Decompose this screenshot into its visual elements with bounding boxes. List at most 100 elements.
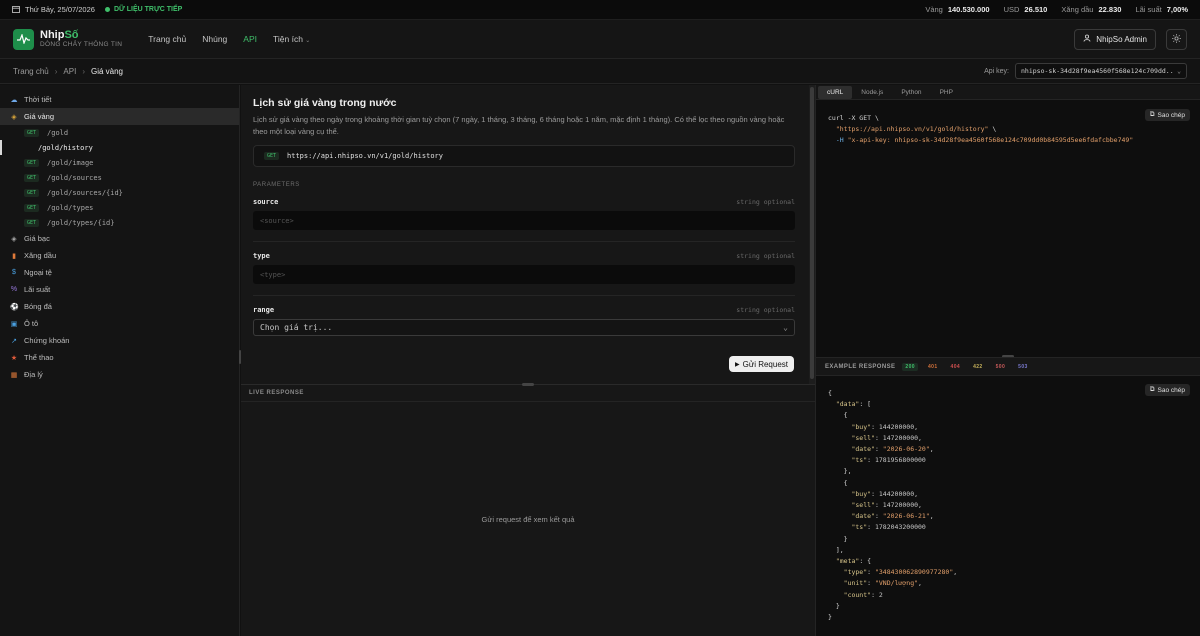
endpoint-gold-types-id[interactable]: GET/gold/types/{id} bbox=[0, 215, 239, 230]
chevron-down-icon: ⌄ bbox=[305, 38, 311, 44]
sidebar-item-fuel[interactable]: ▮ Xăng dầu bbox=[0, 247, 239, 264]
divider bbox=[253, 295, 795, 297]
sidebar-item-silver[interactable]: ◈ Giá bạc bbox=[0, 230, 239, 247]
param-name: range bbox=[253, 306, 275, 315]
ticker-stats: Vàng 140.530.000 USD 26.510 Xăng dầu 22.830… bbox=[925, 5, 1188, 14]
live-response-title: LIVE RESPONSE bbox=[241, 385, 815, 402]
main-nav: Trang chủ Nhúng API Tiện ích ⌄ bbox=[148, 34, 310, 44]
stat-gold: Vàng 140.530.000 bbox=[925, 5, 990, 14]
example-response-header: EXAMPLE RESPONSE 200 401 404 422 500 503 bbox=[816, 357, 1200, 376]
endpoint-gold-sources[interactable]: GET/gold/sources bbox=[0, 170, 239, 185]
endpoint-gold-image[interactable]: GET/gold/image bbox=[0, 155, 239, 170]
sidebar: ☁ Thời tiết ◈ Giá vàng GET/gold /gold/hist… bbox=[0, 85, 240, 636]
user-icon bbox=[1083, 34, 1091, 44]
ball-icon: ⚽ bbox=[10, 303, 19, 311]
endpoint-title: Lịch sử giá vàng trong nước bbox=[253, 97, 397, 109]
nav-embed[interactable]: Nhúng bbox=[202, 34, 227, 44]
param-type: string optional bbox=[736, 252, 795, 261]
tab-nodejs[interactable]: Node.js bbox=[852, 86, 892, 99]
endpoint-gold-history[interactable]: /gold/history bbox=[0, 140, 239, 155]
sun-icon bbox=[1172, 33, 1181, 45]
chevron-down-icon: ⌄ bbox=[1177, 67, 1181, 75]
param-name: source bbox=[253, 198, 279, 207]
copy-response-button[interactable]: ⧉ Sao chép bbox=[1144, 384, 1190, 396]
copy-icon: ⧉ bbox=[1149, 386, 1155, 393]
sidebar-item-interest[interactable]: % Lãi suất bbox=[0, 281, 239, 298]
sidebar-item-sports[interactable]: ★ Thể thao bbox=[0, 349, 239, 366]
stat-interest: Lãi suất 7,00% bbox=[1135, 5, 1188, 14]
code-tabs: cURL Node.js Python PHP bbox=[816, 85, 1200, 100]
status-503-tab[interactable]: 503 bbox=[1015, 363, 1031, 371]
nav-home[interactable]: Trang chủ bbox=[148, 34, 186, 44]
status-401-tab[interactable]: 401 bbox=[925, 363, 941, 371]
endpoint-url: https://api.nhipso.vn/v1/gold/history bbox=[287, 152, 443, 161]
breadcrumb-current: Giá vàng bbox=[90, 66, 124, 76]
brand[interactable]: NhipSố DÒNG CHẢY THÔNG TIN bbox=[40, 29, 122, 48]
chart-icon: ↗ bbox=[11, 337, 17, 345]
sidebar-item-stocks[interactable]: ↗ Chứng khoán bbox=[0, 332, 239, 349]
endpoint-panel: Lịch sử giá vàng trong nước Lịch sử giá … bbox=[241, 85, 815, 636]
chevron-down-icon: ⌄ bbox=[783, 323, 788, 333]
endpoint-doc: Lịch sử giá vàng trong nước Lịch sử giá … bbox=[241, 85, 815, 384]
brand-tagline: DÒNG CHẢY THÔNG TIN bbox=[40, 41, 123, 49]
sidebar-item-weather[interactable]: ☁ Thời tiết bbox=[0, 91, 239, 108]
map-icon: ▦ bbox=[10, 371, 18, 379]
stat-usd: USD 26.510 bbox=[1003, 5, 1048, 14]
status-200-tab[interactable]: 200 bbox=[902, 362, 918, 371]
range-select[interactable]: Chọn giá trị... ⌄ bbox=[253, 319, 795, 337]
breadcrumb-api[interactable]: API bbox=[63, 67, 76, 76]
copy-curl-button[interactable]: ⧉ Sao chép bbox=[1144, 109, 1190, 121]
nav-api[interactable]: API bbox=[243, 34, 257, 44]
code-panel: cURL Node.js Python PHP ⧉ Sao chép curl … bbox=[815, 85, 1200, 636]
divider bbox=[253, 241, 795, 243]
gold-icon: ◈ bbox=[11, 113, 17, 121]
sidebar-item-geography[interactable]: ▦ Địa lý bbox=[0, 366, 239, 383]
breadcrumb-home[interactable]: Trang chủ bbox=[13, 67, 49, 76]
tab-python[interactable]: Python bbox=[892, 86, 930, 99]
endpoint-gold-sources-id[interactable]: GET/gold/sources/{id} bbox=[0, 185, 239, 200]
nav-utilities[interactable]: Tiện ích ⌄ bbox=[273, 34, 310, 44]
scrollbar-thumb[interactable] bbox=[810, 87, 814, 379]
endpoint-gold-types[interactable]: GET/gold/types bbox=[0, 200, 239, 215]
tab-php[interactable]: PHP bbox=[931, 86, 962, 99]
endpoint-gold[interactable]: GET/gold bbox=[0, 125, 239, 140]
api-key-dropdown[interactable]: nhipso-sk-34d28f9ea4560f568e124c709dd...… bbox=[1015, 63, 1187, 79]
curl-code: curl -X GET \ "https://api.nhipso.vn/v1/… bbox=[828, 114, 1134, 145]
breadcrumb-bar: Trang chủ › API › Giá vàng Api key: nhip… bbox=[0, 59, 1200, 84]
tab-curl[interactable]: cURL bbox=[818, 85, 853, 99]
trophy-icon: ★ bbox=[10, 354, 18, 362]
param-source: source string optional <source> bbox=[253, 196, 795, 231]
chevron-right-icon: › bbox=[54, 66, 58, 76]
sidebar-item-car[interactable]: ▣ Ô tô bbox=[0, 315, 239, 332]
car-icon: ▣ bbox=[10, 320, 18, 328]
api-key-selector: Api key: nhipso-sk-34d28f9ea4560f568e124… bbox=[984, 63, 1187, 79]
logo-icon[interactable] bbox=[13, 28, 34, 50]
send-request-button[interactable]: ▶ Gửi Request bbox=[729, 356, 794, 372]
play-icon: ▶ bbox=[735, 361, 740, 368]
calendar-icon bbox=[12, 5, 20, 15]
chevron-right-icon: › bbox=[82, 66, 85, 76]
sidebar-item-football[interactable]: ⚽ Bóng đá bbox=[0, 298, 239, 315]
status-422-tab[interactable]: 422 bbox=[970, 363, 986, 371]
admin-button[interactable]: NhipSo Admin bbox=[1074, 28, 1156, 50]
header-actions: NhipSo Admin bbox=[1074, 28, 1187, 50]
params-title: PARAMETERS bbox=[253, 182, 300, 189]
example-response-json: { "data": [ { "buy": 144200000, "sell": … bbox=[828, 389, 958, 622]
percent-icon: % bbox=[10, 286, 18, 293]
method-badge: GET bbox=[264, 152, 280, 161]
status-404-tab[interactable]: 404 bbox=[948, 363, 964, 371]
sidebar-item-gold[interactable]: ◈ Giá vàng bbox=[0, 108, 239, 125]
brand-name: NhipSố bbox=[40, 29, 79, 42]
param-type: string optional bbox=[736, 306, 795, 315]
site-header: NhipSố DÒNG CHẢY THÔNG TIN Trang chủ Nhú… bbox=[0, 20, 1200, 59]
endpoint-description: Lịch sử giá vàng theo ngày trong khoảng … bbox=[253, 115, 785, 136]
endpoint-url-box: GET https://api.nhipso.vn/v1/gold/histor… bbox=[253, 145, 795, 168]
type-input[interactable]: <type> bbox=[253, 265, 795, 285]
status-500-tab[interactable]: 500 bbox=[993, 363, 1009, 371]
param-type: string optional bbox=[736, 198, 795, 207]
theme-toggle-button[interactable] bbox=[1166, 28, 1187, 50]
silver-icon: ◈ bbox=[11, 235, 17, 243]
source-input[interactable]: <source> bbox=[253, 211, 795, 231]
sidebar-item-currency[interactable]: $ Ngoại tệ bbox=[0, 264, 239, 281]
fuel-icon: ▮ bbox=[12, 252, 16, 260]
